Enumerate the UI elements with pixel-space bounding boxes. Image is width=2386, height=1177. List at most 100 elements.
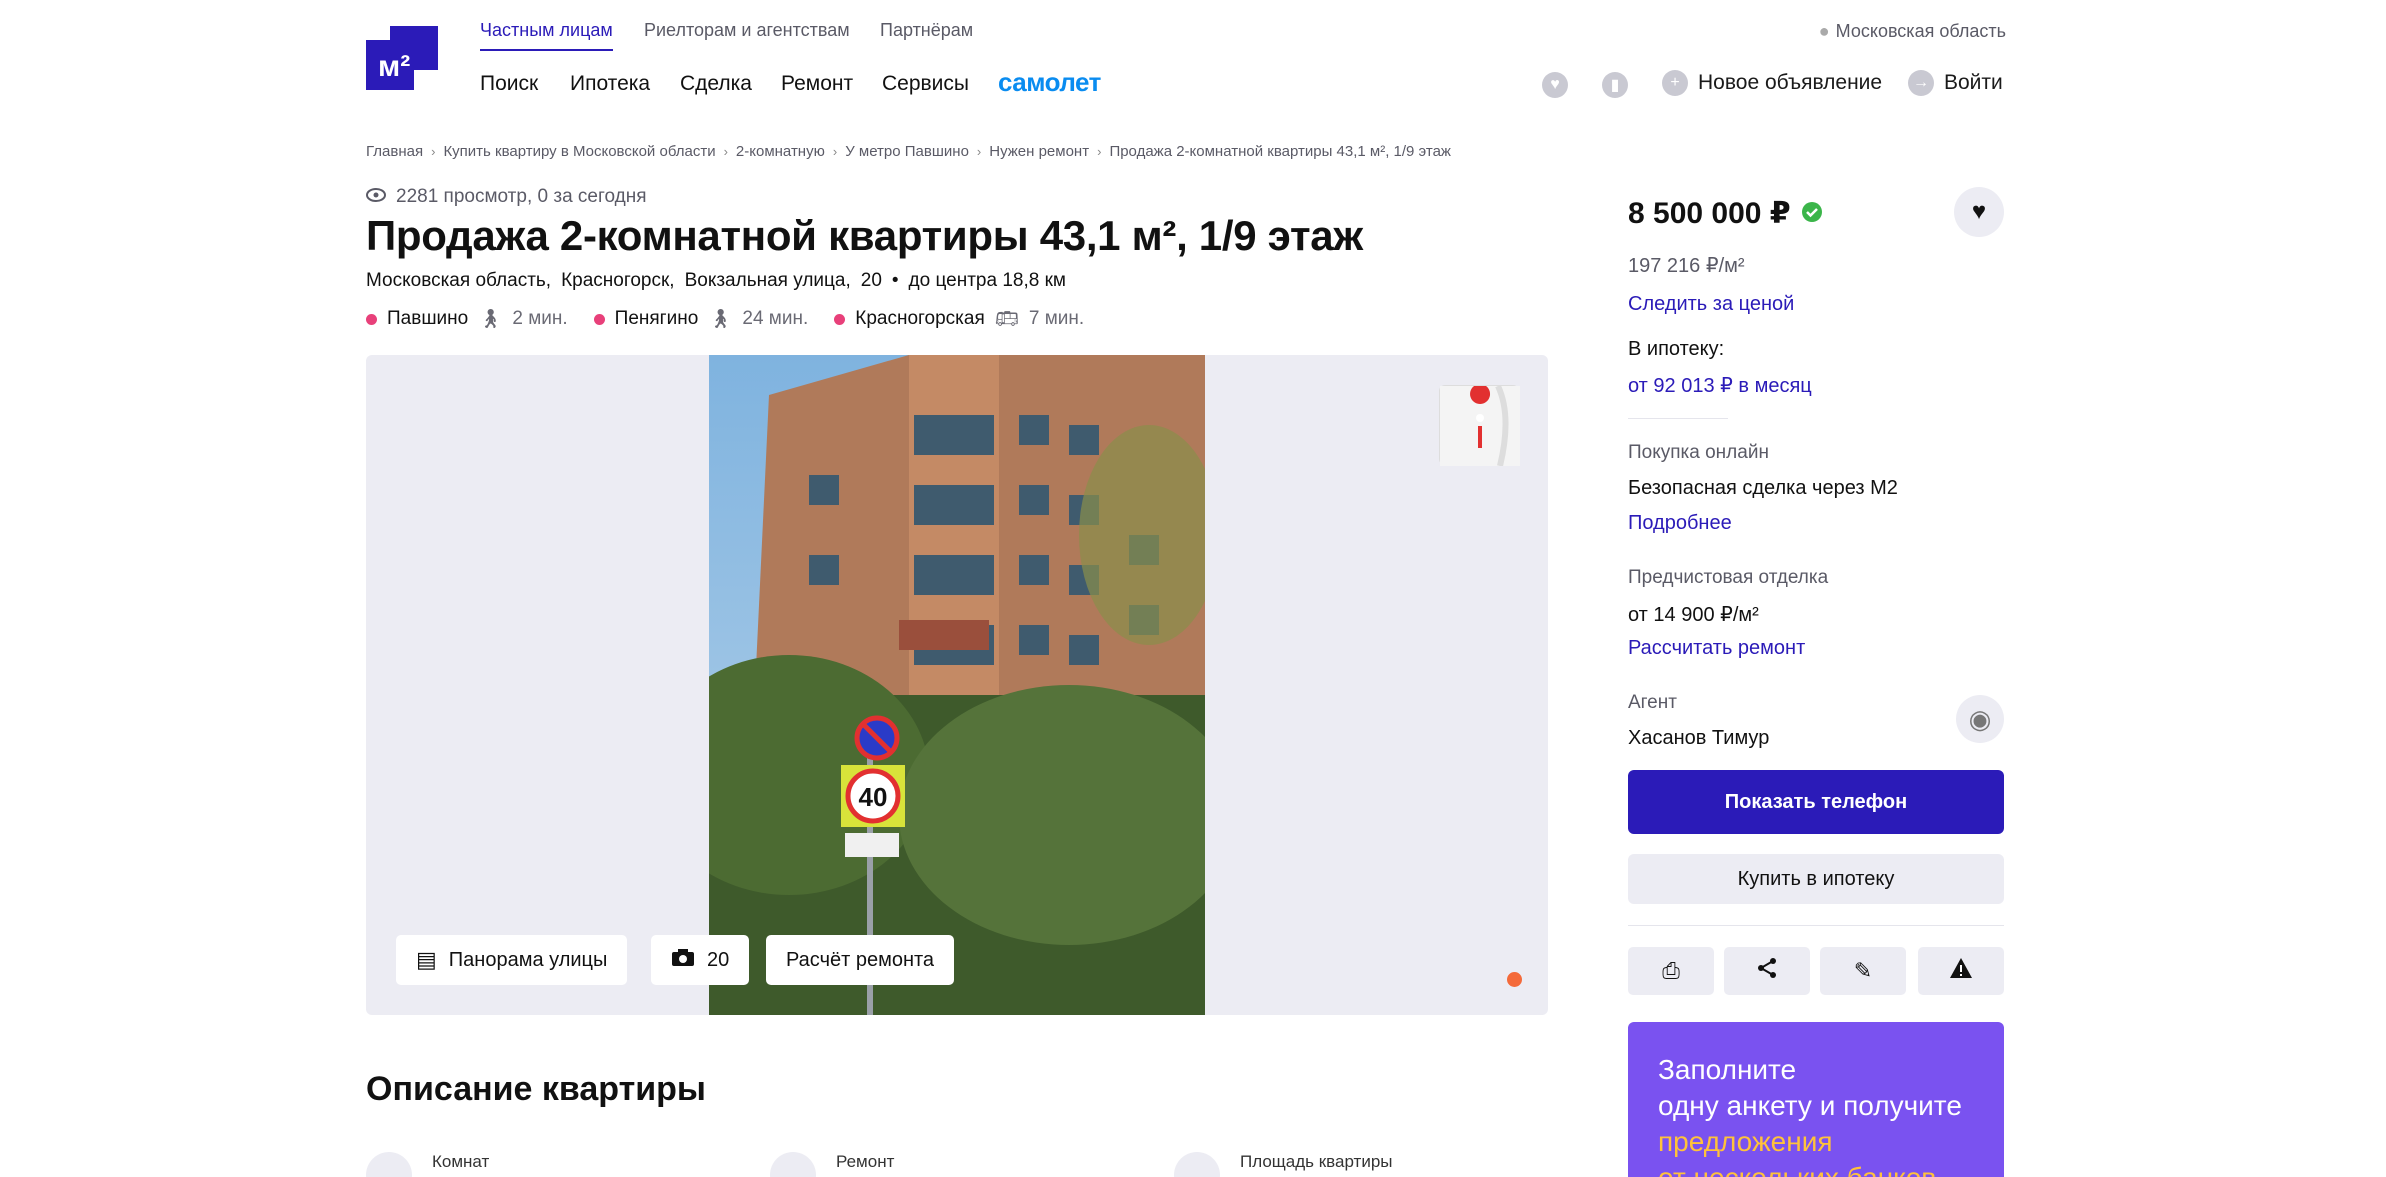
breadcrumb-item[interactable]: Купить квартиру в Московской области — [443, 143, 715, 160]
top-link-partners[interactable]: Партнёрам — [880, 20, 973, 41]
metro-name: Пенягино — [614, 308, 699, 329]
report-button[interactable] — [1918, 947, 2004, 995]
breadcrumb-item[interactable]: 2-комнатную — [736, 143, 825, 160]
description-title: Описание квартиры — [366, 1070, 706, 1108]
edit-button[interactable]: ✎ — [1820, 947, 1906, 995]
share-icon — [1756, 957, 1778, 985]
mortgage-label: В ипотеку: — [1628, 338, 1725, 360]
bus-icon: 🚌︎ — [994, 309, 1019, 330]
divider — [1628, 925, 2004, 926]
print-button[interactable]: ⎙ — [1628, 947, 1714, 995]
address-street[interactable]: Вокзальная улица, — [685, 270, 851, 292]
region-selector[interactable]: ● Московская область — [1819, 21, 2006, 42]
show-phone-button[interactable]: Показать телефон — [1628, 770, 2004, 834]
login-button[interactable]: → Войти — [1908, 70, 2003, 96]
agent-icon: ◉ — [1968, 703, 1992, 734]
photos-count: 20 — [707, 948, 730, 971]
watch-price-link[interactable]: Следить за ценой — [1628, 293, 2004, 316]
address-region[interactable]: Московская область, — [366, 270, 551, 292]
verified-shield-icon — [1801, 197, 1823, 231]
login-label: Войти — [1944, 71, 2003, 94]
nav-mortgage[interactable]: Ипотека — [570, 72, 650, 96]
price-value: 8 500 000 ₽ — [1628, 197, 1791, 230]
metro-time: 24 мин. — [742, 308, 809, 329]
breadcrumb: Главная › Купить квартиру в Московской об… — [366, 143, 1451, 160]
promo-banner[interactable]: Заполните одну анкету и получите предлож… — [1628, 1022, 2004, 1177]
photo-gallery[interactable]: 40 ▤ Панорама улицы 20 Расчёт ремонта — [366, 355, 1548, 1015]
online-purchase-value: Безопасная сделка через М2 — [1628, 477, 1898, 499]
feature-rooms: Комнат — [366, 1152, 489, 1177]
bookmark-icon[interactable]: ▮ — [1602, 72, 1628, 98]
price: 8 500 000 ₽ — [1628, 196, 2004, 231]
calc-renovation-link[interactable]: Рассчитать ремонт — [1628, 637, 2004, 660]
address-city[interactable]: Красногорск, — [561, 270, 675, 292]
favorites-heart-icon[interactable]: ♥ — [1542, 72, 1568, 98]
new-ad-label: Новое объявление — [1698, 71, 1883, 94]
chevron-right-icon: › — [1097, 144, 1102, 159]
region-label: Московская область — [1835, 21, 2006, 41]
finish-label: Предчистовая отделка — [1628, 567, 1829, 588]
favorite-heart-button[interactable]: ♥ — [1954, 187, 2004, 237]
nav-services[interactable]: Сервисы — [882, 72, 969, 96]
promo-highlight: от нескольких банков — [1658, 1160, 1974, 1177]
metro-time: 2 мин. — [512, 308, 568, 329]
walk-icon: 🚶︎ — [708, 309, 733, 330]
renovation-calc-label: Расчёт ремонта — [786, 948, 935, 971]
feature-repair: Ремонт — [770, 1152, 894, 1177]
top-link-private[interactable]: Частным лицам — [480, 20, 613, 51]
nav-deal[interactable]: Сделка — [680, 72, 752, 96]
page-title: Продажа 2-комнатной квартиры 43,1 м², 1/… — [366, 212, 1363, 259]
photos-count-button[interactable]: 20 — [651, 935, 750, 985]
views-counter: 2281 просмотр, 0 за сегодня — [366, 186, 647, 208]
nav-samolet-brand[interactable]: самолет — [998, 67, 1101, 98]
gallery-indicator-dot — [1507, 972, 1522, 987]
breadcrumb-item[interactable]: Главная — [366, 143, 423, 160]
chevron-right-icon: › — [431, 144, 436, 159]
distance-to-center: до центра 18,8 км — [908, 270, 1066, 291]
breadcrumb-item[interactable]: У метро Павшино — [845, 143, 969, 160]
feature-label: Площадь квартиры — [1240, 1152, 1393, 1171]
panorama-icon: ▤ — [416, 947, 437, 972]
buy-mortgage-button[interactable]: Купить в ипотеку — [1628, 854, 2004, 904]
eye-icon — [366, 186, 386, 208]
listing-photo[interactable]: 40 — [709, 355, 1205, 1015]
renovation-calc-button[interactable]: Расчёт ремонта — [766, 935, 955, 985]
repair-icon — [770, 1152, 816, 1177]
map-thumbnail-button[interactable] — [1439, 384, 1520, 467]
agent-name[interactable]: Хасанов Тимур — [1628, 727, 2004, 750]
finish-value: от 14 900 ₽/м² — [1628, 604, 1759, 626]
panorama-button[interactable]: ▤ Панорама улицы — [396, 935, 628, 985]
login-arrow-icon: → — [1908, 70, 1934, 96]
address-house[interactable]: 20 — [861, 270, 882, 292]
printer-icon: ⎙ — [1662, 958, 1680, 983]
metro-name: Красногорская — [855, 308, 985, 329]
divider — [1628, 418, 1728, 419]
metro-stations: Павшино 🚶︎ 2 мин. Пенягино 🚶︎ 24 мин. Кр… — [366, 307, 1084, 331]
promo-line: Заполните — [1658, 1054, 1797, 1085]
feature-area: Площадь квартиры — [1174, 1152, 1393, 1177]
address: Московская область, Красногорск, Вокзаль… — [366, 270, 1066, 292]
metro-line-dot — [366, 313, 377, 325]
agent-avatar[interactable]: ◉ — [1956, 695, 2004, 743]
more-info-link[interactable]: Подробнее — [1628, 512, 2004, 535]
plus-icon: + — [1662, 70, 1688, 96]
new-ad-button[interactable]: + Новое объявление — [1662, 70, 1882, 96]
feature-label: Ремонт — [836, 1152, 895, 1171]
rooms-icon — [366, 1152, 412, 1177]
walk-icon: 🚶︎ — [478, 309, 503, 330]
m2-logo[interactable]: м² — [366, 26, 438, 90]
top-link-realtors[interactable]: Риелторам и агентствам — [644, 20, 850, 41]
speed-sign-number: 40 — [859, 782, 888, 812]
pencil-icon: ✎ — [1853, 958, 1873, 983]
price-per-meter: 197 216 ₽/м² — [1628, 255, 1745, 277]
share-button[interactable] — [1724, 947, 1810, 995]
nav-repair[interactable]: Ремонт — [781, 72, 853, 96]
heart-icon: ♥ — [1971, 198, 1987, 225]
mortgage-link[interactable]: от 92 013 ₽ в месяц — [1628, 373, 2004, 398]
nav-search[interactable]: Поиск — [480, 72, 538, 96]
logo-text: м² — [378, 50, 410, 83]
online-purchase-label: Покупка онлайн — [1628, 442, 1769, 463]
agent-label: Агент — [1628, 692, 1677, 713]
chevron-right-icon: › — [723, 144, 728, 159]
breadcrumb-item[interactable]: Нужен ремонт — [989, 143, 1089, 160]
